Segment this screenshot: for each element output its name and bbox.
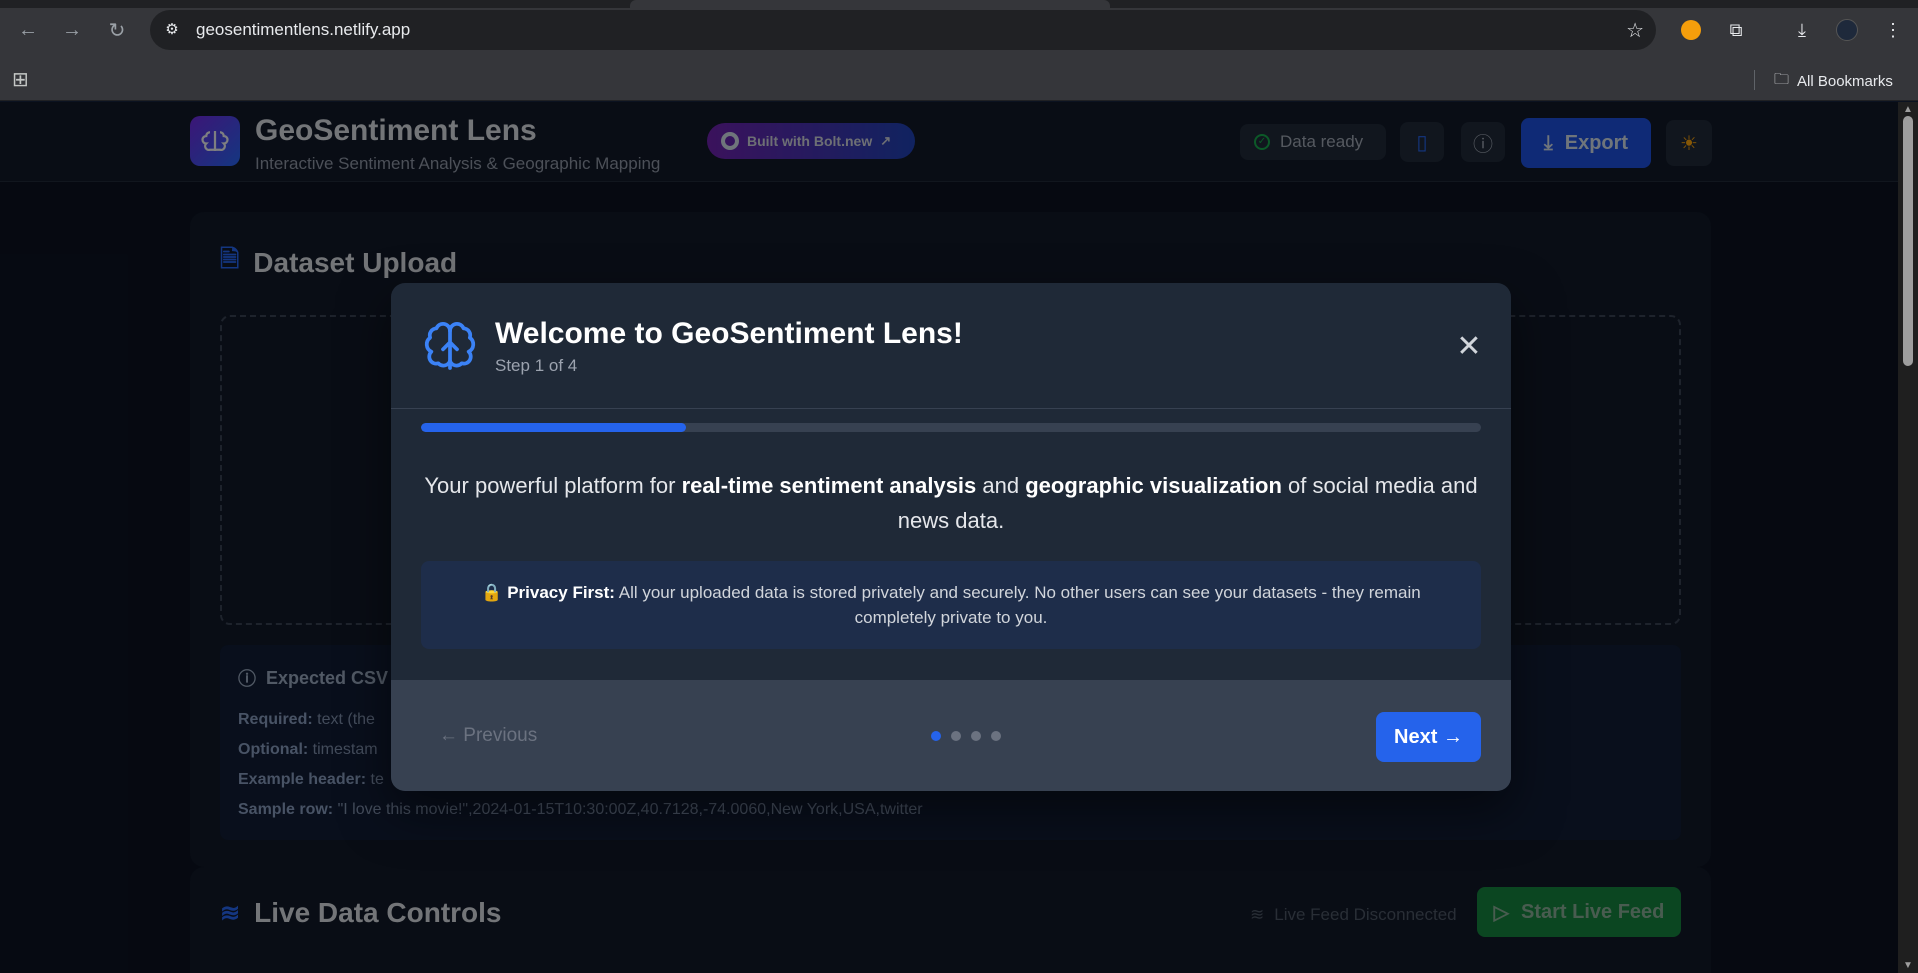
url-text[interactable]: geosentimentlens.netlify.app (196, 20, 410, 40)
step-dot-3[interactable] (971, 731, 981, 741)
lock-icon: 🔒 (481, 583, 503, 602)
bookmarks-separator (1754, 70, 1755, 90)
browser-menu-icon[interactable]: ⋮ (1878, 15, 1908, 45)
address-bar[interactable]: ⚙ geosentimentlens.netlify.app ☆ (150, 10, 1656, 50)
privacy-label: Privacy First: (507, 583, 615, 602)
close-icon[interactable]: ✕ (1451, 329, 1487, 365)
extension-avatar-icon[interactable] (1676, 15, 1706, 45)
scroll-up-icon[interactable]: ▲ (1902, 104, 1914, 115)
tab-strip (0, 0, 1918, 8)
next-button[interactable]: Next → (1376, 712, 1481, 762)
step-dot-1[interactable] (931, 731, 941, 741)
bookmarks-bar: ⊞ 🗀 All Bookmarks (0, 60, 1918, 101)
all-bookmarks-button[interactable]: 🗀 All Bookmarks (1774, 69, 1893, 94)
reload-icon[interactable]: ↻ (101, 14, 133, 46)
modal-footer: ← Previous Next → (391, 680, 1511, 791)
apps-grid-icon[interactable]: ⊞ (12, 68, 36, 92)
modal-title: Welcome to GeoSentiment Lens! (495, 317, 963, 350)
intro-bold-sentiment: real-time sentiment analysis (681, 473, 977, 498)
privacy-text: All your uploaded data is stored private… (614, 583, 1421, 627)
previous-button[interactable]: ← Previous (439, 725, 537, 747)
extensions-icon[interactable]: ⧉ (1721, 15, 1751, 45)
modal-step-indicator: Step 1 of 4 (495, 356, 578, 375)
browser-toolbar: ← → ↻ ⚙ geosentimentlens.netlify.app ☆ ⧉… (0, 0, 1918, 60)
welcome-modal: Welcome to GeoSentiment Lens! Step 1 of … (391, 283, 1511, 791)
onboarding-progress-bar (421, 423, 1481, 432)
modal-header: Welcome to GeoSentiment Lens! Step 1 of … (391, 283, 1511, 409)
scrollbar-thumb[interactable] (1903, 116, 1913, 366)
privacy-notice: 🔒 Privacy First: All your uploaded data … (421, 561, 1481, 649)
back-icon[interactable]: ← (12, 14, 44, 46)
modal-intro-text: Your powerful platform for real-time sen… (421, 468, 1481, 538)
profile-avatar[interactable] (1832, 15, 1862, 45)
page-scrollbar[interactable]: ▲ ▼ (1898, 102, 1918, 973)
bookmark-star-icon[interactable]: ☆ (1626, 18, 1644, 43)
intro-mid: and (976, 473, 1026, 498)
step-dot-2[interactable] (951, 731, 961, 741)
active-tab[interactable] (630, 0, 1110, 8)
step-dot-4[interactable] (991, 731, 1001, 741)
download-icon[interactable]: ⤓ (1787, 15, 1817, 45)
scroll-down-icon[interactable]: ▼ (1902, 960, 1914, 971)
site-settings-icon[interactable]: ⚙ (162, 20, 182, 40)
page: GeoSentiment Lens Interactive Sentiment … (0, 102, 1898, 973)
intro-bold-geo: geographic visualization (1025, 473, 1282, 498)
progress-fill (421, 423, 686, 432)
all-bookmarks-label: All Bookmarks (1797, 73, 1893, 90)
step-dots (931, 731, 1001, 741)
folder-icon: 🗀 (1774, 71, 1790, 88)
brain-icon (424, 321, 476, 370)
intro-pre: Your powerful platform for (424, 473, 682, 498)
forward-icon[interactable]: → (56, 14, 88, 46)
